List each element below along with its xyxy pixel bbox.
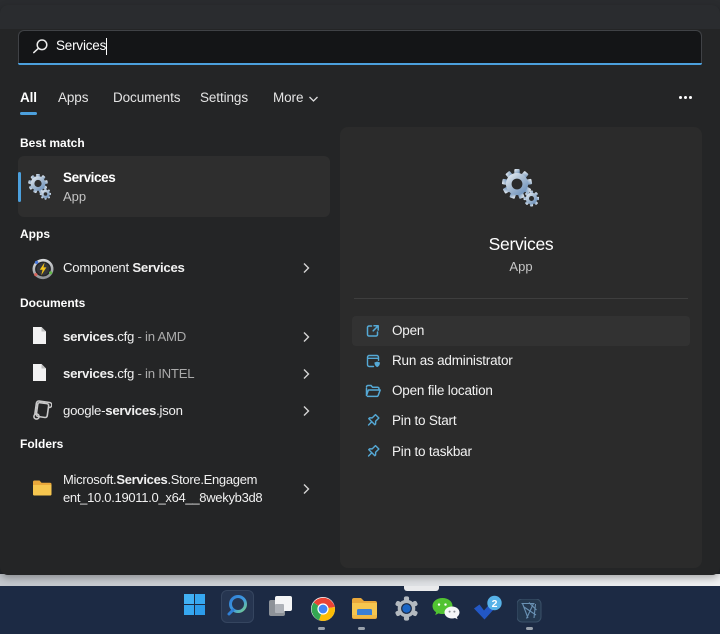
svg-text:2: 2 (492, 598, 498, 610)
